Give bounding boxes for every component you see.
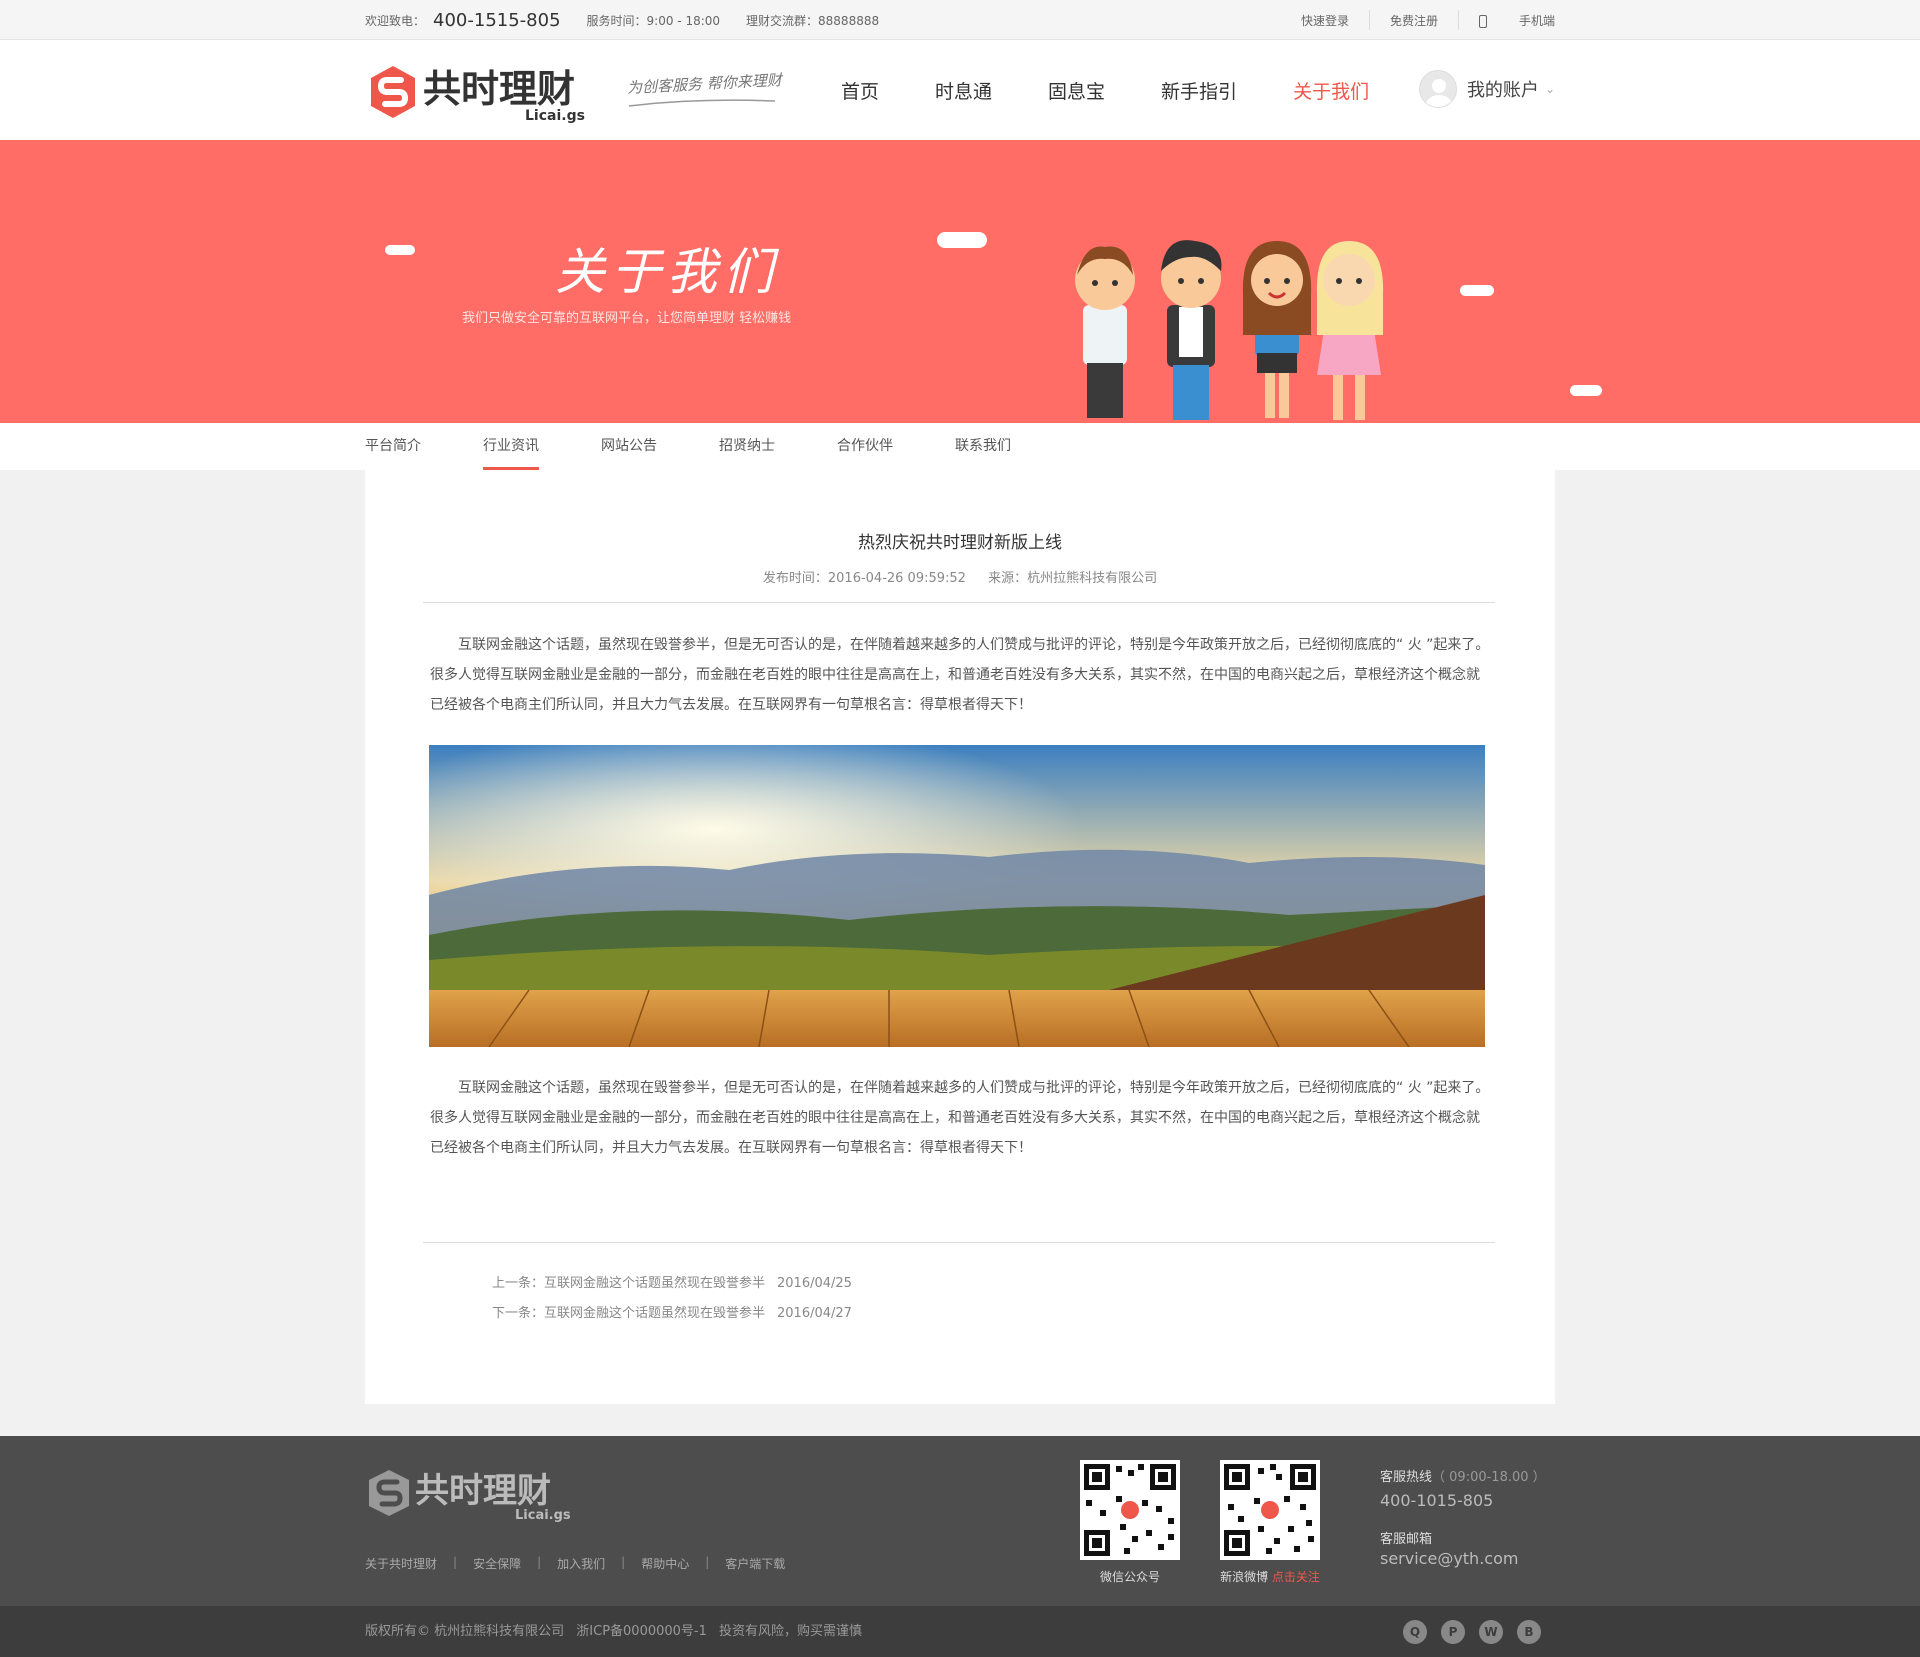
tab-partners[interactable]: 合作伙伴 [837, 423, 893, 470]
cartoon-people-illustration [1075, 240, 1384, 420]
nav-beginner-guide[interactable]: 新手指引 [1161, 77, 1237, 104]
divider: | [453, 1555, 458, 1569]
copyright-bar: 版权所有© 杭州拉熊科技有限公司 浙ICP备0000000号-1 投资有风险，购… [0, 1606, 1920, 1657]
tab-contact-us[interactable]: 联系我们 [955, 423, 1011, 470]
article-paragraph: 互联网金融这个话题，虽然现在毁誉参半，但是无可否认的是，在伴随着越来越多的人们赞… [430, 637, 1490, 713]
divider: | [621, 1555, 626, 1569]
weibo-label: 新浪微博 [1220, 1570, 1269, 1584]
tab-site-announcements[interactable]: 网站公告 [601, 423, 657, 470]
prev-article-link[interactable]: 上一条：互联网金融这个话题虽然现在毁誉参半 2016/04/25 [492, 1272, 852, 1291]
pinterest-icon[interactable]: P [1441, 1620, 1465, 1644]
banner-subtitle: 我们只做安全可靠的互联网平台，让您简单理财 轻松赚钱 [462, 311, 792, 326]
qq-group: 理财交流群：88888888 [746, 13, 880, 28]
svg-text:Licai.gs: Licai.gs [525, 108, 585, 124]
risk-notice: 投资有风险，购买需谨慎 [719, 1624, 863, 1639]
tab-careers[interactable]: 招贤纳士 [719, 423, 775, 470]
weibo-icon[interactable]: B [1517, 1620, 1541, 1644]
footer-hotline: 400-1015-805 [1380, 1491, 1494, 1510]
wechat-icon[interactable]: W [1479, 1620, 1503, 1644]
article-container: 热烈庆祝共时理财新版上线 发布时间：2016-04-26 09:59:52 来源… [365, 470, 1555, 1404]
footer-link-security[interactable]: 安全保障 [473, 1555, 521, 1572]
footer-logo: 共时理财 Licai.gs [369, 1470, 571, 1522]
site-header: 共时理财 Licai.gs 为创客服务 帮你来理财 首页 时息通 固息宝 新手指… [0, 40, 1920, 140]
weibo-qr-label: 新浪微博 点击关注 [1210, 1568, 1330, 1585]
icp-number: 浙ICP备0000000号-1 [576, 1624, 707, 1639]
svg-text:共时理财: 共时理财 [423, 67, 575, 111]
cloud-decoration [1570, 385, 1602, 396]
hotline-label: 客服热线 [1380, 1470, 1433, 1485]
main-nav: 首页 时息通 固息宝 新手指引 关于我们 [841, 40, 1425, 140]
top-bar-links: 快速登录 免费注册 手机端 [1281, 0, 1555, 40]
mobile-label: 手机端 [1518, 13, 1555, 28]
footer-email[interactable]: service@yth.com [1380, 1549, 1546, 1568]
cloud-decoration [1460, 285, 1494, 296]
article-title: 热烈庆祝共时理财新版上线 [858, 533, 1062, 553]
tab-industry-news[interactable]: 行业资讯 [483, 423, 539, 470]
landscape-photo [429, 745, 1485, 1047]
chevron-down-icon: ⌄ [1544, 82, 1555, 96]
about-subnav: 平台简介 行业资讯 网站公告 招贤纳士 合作伙伴 联系我们 [0, 423, 1920, 470]
footer-links: 关于共时理财 | 安全保障 | 加入我们 | 帮助中心 | 客户端下载 [365, 1555, 785, 1572]
slogan-underline [628, 99, 776, 107]
article-source: 来源：杭州拉熊科技有限公司 [988, 571, 1158, 586]
cloud-decoration [937, 232, 987, 248]
prev-article-title: 上一条：互联网金融这个话题虽然现在毁誉参半 [492, 1276, 766, 1291]
divider [1368, 10, 1370, 30]
top-bar-contact: 欢迎致电： 400-1515-805 服务时间：9:00 - 18:00 理财交… [365, 0, 879, 40]
account-menu[interactable]: 我的账户 ⌄ [1418, 70, 1555, 108]
divider: | [705, 1555, 710, 1569]
social-icons: Q P W B [1389, 1620, 1541, 1644]
divider: | [537, 1555, 542, 1569]
about-banner: 关于我们 我们只做安全可靠的互联网平台，让您简单理财 轻松赚钱 [0, 140, 1920, 423]
footer-link-app-download[interactable]: 客户端下载 [725, 1555, 785, 1572]
service-hours: 服务时间：9:00 - 18:00 [586, 13, 721, 28]
avatar [1418, 70, 1457, 108]
hotline-phone: 400-1515-805 [433, 9, 561, 31]
hotline-hours: （ 09:00-18.00 ） [1432, 1470, 1546, 1485]
cloud-decoration [385, 245, 415, 255]
nav-home[interactable]: 首页 [841, 77, 879, 104]
weibo-follow-link[interactable]: 点击关注 [1272, 1570, 1320, 1584]
next-article-title: 下一条：互联网金融这个话题虽然现在毁誉参半 [492, 1306, 766, 1321]
next-article-link[interactable]: 下一条：互联网金融这个话题虽然现在毁誉参半 2016/04/27 [492, 1302, 852, 1321]
svg-text:共时理财: 共时理财 [415, 1471, 551, 1511]
qq-icon[interactable]: Q [1403, 1620, 1427, 1644]
register-link[interactable]: 免费注册 [1390, 12, 1438, 29]
next-article-date: 2016/04/27 [777, 1306, 852, 1321]
account-label: 我的账户 [1466, 80, 1539, 101]
site-footer: 共时理财 Licai.gs 关于共时理财 | 安全保障 | 加入我们 | 帮助中心 | … [0, 1436, 1920, 1606]
divider [423, 1242, 1495, 1243]
footer-link-about[interactable]: 关于共时理财 [365, 1555, 437, 1572]
tab-platform-intro[interactable]: 平台简介 [365, 423, 421, 470]
welcome-text: 欢迎致电： [365, 13, 426, 28]
wechat-qr-code [1080, 1460, 1180, 1560]
copyright-text: 版权所有© 杭州拉熊科技有限公司 [365, 1624, 565, 1639]
mobile-phone-icon [1478, 14, 1487, 28]
prev-article-date: 2016/04/25 [777, 1276, 852, 1291]
weibo-qr-code [1220, 1460, 1320, 1560]
top-bar: 欢迎致电： 400-1515-805 服务时间：9:00 - 18:00 理财交… [0, 0, 1920, 40]
wechat-qr-label: 微信公众号 [1099, 1570, 1160, 1584]
quick-login-link[interactable]: 快速登录 [1301, 12, 1349, 29]
nav-shixitong[interactable]: 时息通 [935, 77, 992, 104]
article-paragraph: 互联网金融这个话题，虽然现在毁誉参半，但是无可否认的是，在伴随着越来越多的人们赞… [430, 1080, 1490, 1156]
site-logo[interactable]: 共时理财 Licai.gs [365, 62, 605, 124]
banner-title: 关于我们 [555, 243, 779, 301]
footer-link-join-us[interactable]: 加入我们 [557, 1555, 605, 1572]
footer-link-help[interactable]: 帮助中心 [641, 1555, 689, 1572]
publish-time: 发布时间：2016-04-26 09:59:52 [762, 571, 966, 586]
nav-about-us[interactable]: 关于我们 [1293, 77, 1369, 104]
footer-contact: 客服热线（ 09:00-18.00 ） 400-1015-805 客服邮箱 se… [1380, 1466, 1546, 1568]
slogan: 为创客服务 帮你来理财 [626, 70, 783, 98]
email-label: 客服邮箱 [1380, 1532, 1433, 1547]
divider [423, 602, 1495, 603]
article-meta: 发布时间：2016-04-26 09:59:52 来源：杭州拉熊科技有限公司 [365, 567, 1555, 586]
svg-text:Licai.gs: Licai.gs [515, 1508, 571, 1522]
divider [1457, 10, 1459, 30]
mobile-link[interactable]: 手机端 [1478, 12, 1555, 29]
nav-guxibao[interactable]: 固息宝 [1048, 77, 1105, 104]
